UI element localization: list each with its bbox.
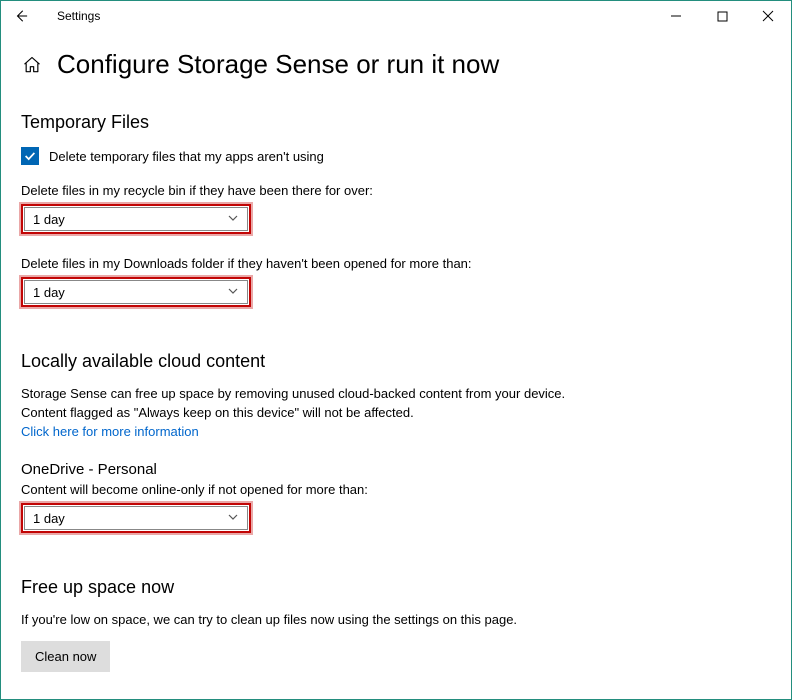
onedrive-desc: Content will become online-only if not o… xyxy=(21,482,771,497)
chevron-down-icon xyxy=(227,511,239,526)
downloads-label: Delete files in my Downloads folder if t… xyxy=(21,256,771,271)
cloud-info-link[interactable]: Click here for more information xyxy=(21,424,771,439)
checkbox-row-delete-temp[interactable]: Delete temporary files that my apps aren… xyxy=(21,147,771,165)
section-free-up-space: Free up space now xyxy=(21,577,771,598)
section-temporary-files: Temporary Files xyxy=(21,112,771,133)
close-button[interactable] xyxy=(745,1,791,31)
home-icon[interactable] xyxy=(21,54,43,76)
recycle-bin-label: Delete files in my recycle bin if they h… xyxy=(21,183,771,198)
downloads-value: 1 day xyxy=(33,285,227,300)
checkbox-delete-temp[interactable] xyxy=(21,147,39,165)
back-button[interactable] xyxy=(9,4,33,28)
chevron-down-icon xyxy=(227,285,239,300)
freeup-desc: If you're low on space, we can try to cl… xyxy=(21,612,771,627)
cloud-desc-2: Content flagged as "Always keep on this … xyxy=(21,405,771,420)
onedrive-dropdown[interactable]: 1 day xyxy=(21,503,251,533)
page-title: Configure Storage Sense or run it now xyxy=(57,49,499,80)
chevron-down-icon xyxy=(227,212,239,227)
titlebar: Settings xyxy=(1,1,791,31)
onedrive-value: 1 day xyxy=(33,511,227,526)
clean-now-button[interactable]: Clean now xyxy=(21,641,110,672)
recycle-bin-value: 1 day xyxy=(33,212,227,227)
checkbox-delete-temp-label: Delete temporary files that my apps aren… xyxy=(49,149,324,164)
cloud-desc-1: Storage Sense can free up space by remov… xyxy=(21,386,771,401)
section-cloud-content: Locally available cloud content xyxy=(21,351,771,372)
app-name: Settings xyxy=(57,9,100,23)
downloads-dropdown[interactable]: 1 day xyxy=(21,277,251,307)
maximize-button[interactable] xyxy=(699,1,745,31)
onedrive-heading: OneDrive - Personal xyxy=(21,461,771,478)
minimize-button[interactable] xyxy=(653,1,699,31)
recycle-bin-dropdown[interactable]: 1 day xyxy=(21,204,251,234)
